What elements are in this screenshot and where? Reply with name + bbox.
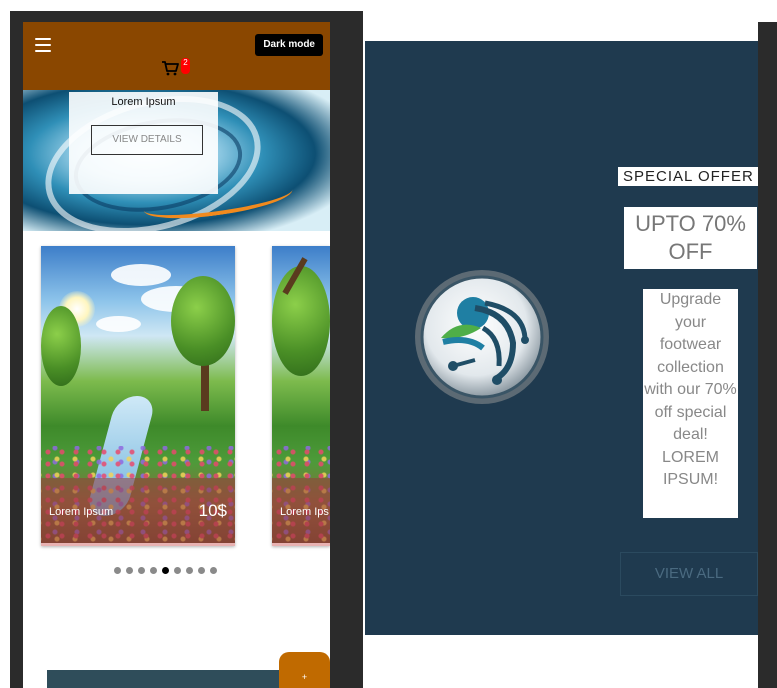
circuit-leaf-logo-icon xyxy=(415,270,549,404)
special-offer-label: SPECIAL OFFER xyxy=(618,167,758,186)
promo-description: Upgrade your footwear collection with ou… xyxy=(643,289,738,518)
product-name: Lorem Ipsum xyxy=(49,506,114,518)
screenshot-stage: Dark mode 2 Lorem Ipsum VIEW DETAILS Lor… xyxy=(0,0,777,688)
dark-mode-button[interactable]: Dark mode xyxy=(255,34,323,56)
carousel-dot[interactable] xyxy=(150,567,157,574)
top-header: Dark mode 2 xyxy=(23,22,330,90)
product-card[interactable]: Lorem Ips xyxy=(272,246,330,546)
carousel-dot[interactable] xyxy=(174,567,181,574)
cart-button[interactable]: 2 xyxy=(161,58,190,80)
view-details-button[interactable]: VIEW DETAILS xyxy=(91,125,203,155)
right-frame-edge xyxy=(758,22,777,688)
hero-banner: Lorem Ipsum VIEW DETAILS xyxy=(23,90,330,231)
carousel-dot[interactable] xyxy=(186,567,193,574)
floating-action-button[interactable]: + xyxy=(279,652,330,688)
hero-card: Lorem Ipsum VIEW DETAILS xyxy=(69,92,218,194)
promo-section: SPECIAL OFFER UPTO 70% OFF Upgrade your … xyxy=(365,41,758,635)
product-card-footer: Lorem Ipsum 10$ xyxy=(41,478,235,543)
bottom-section-bar xyxy=(47,670,279,688)
product-card[interactable]: Lorem Ipsum 10$ xyxy=(41,246,235,546)
carousel-dot[interactable] xyxy=(210,567,217,574)
carousel-pagination xyxy=(114,567,217,575)
hero-title: Lorem Ipsum xyxy=(111,96,176,108)
product-price: 10$ xyxy=(198,501,227,520)
carousel-dot[interactable] xyxy=(198,567,205,574)
cart-count-badge: 2 xyxy=(181,58,190,74)
hamburger-menu-icon[interactable] xyxy=(35,38,51,52)
carousel-dot[interactable] xyxy=(114,567,121,574)
carousel-dot[interactable] xyxy=(138,567,145,574)
product-carousel: Lorem Ipsum 10$ Lorem Ips xyxy=(23,231,330,611)
discount-heading: UPTO 70% OFF xyxy=(624,207,757,269)
carousel-dot[interactable] xyxy=(162,567,169,574)
mobile-page: Dark mode 2 Lorem Ipsum VIEW DETAILS Lor… xyxy=(23,22,330,688)
cart-icon xyxy=(162,61,179,76)
carousel-dot[interactable] xyxy=(126,567,133,574)
product-name: Lorem Ips xyxy=(280,506,329,518)
view-all-button[interactable]: VIEW ALL xyxy=(620,552,758,596)
product-card-footer: Lorem Ips xyxy=(272,478,330,543)
